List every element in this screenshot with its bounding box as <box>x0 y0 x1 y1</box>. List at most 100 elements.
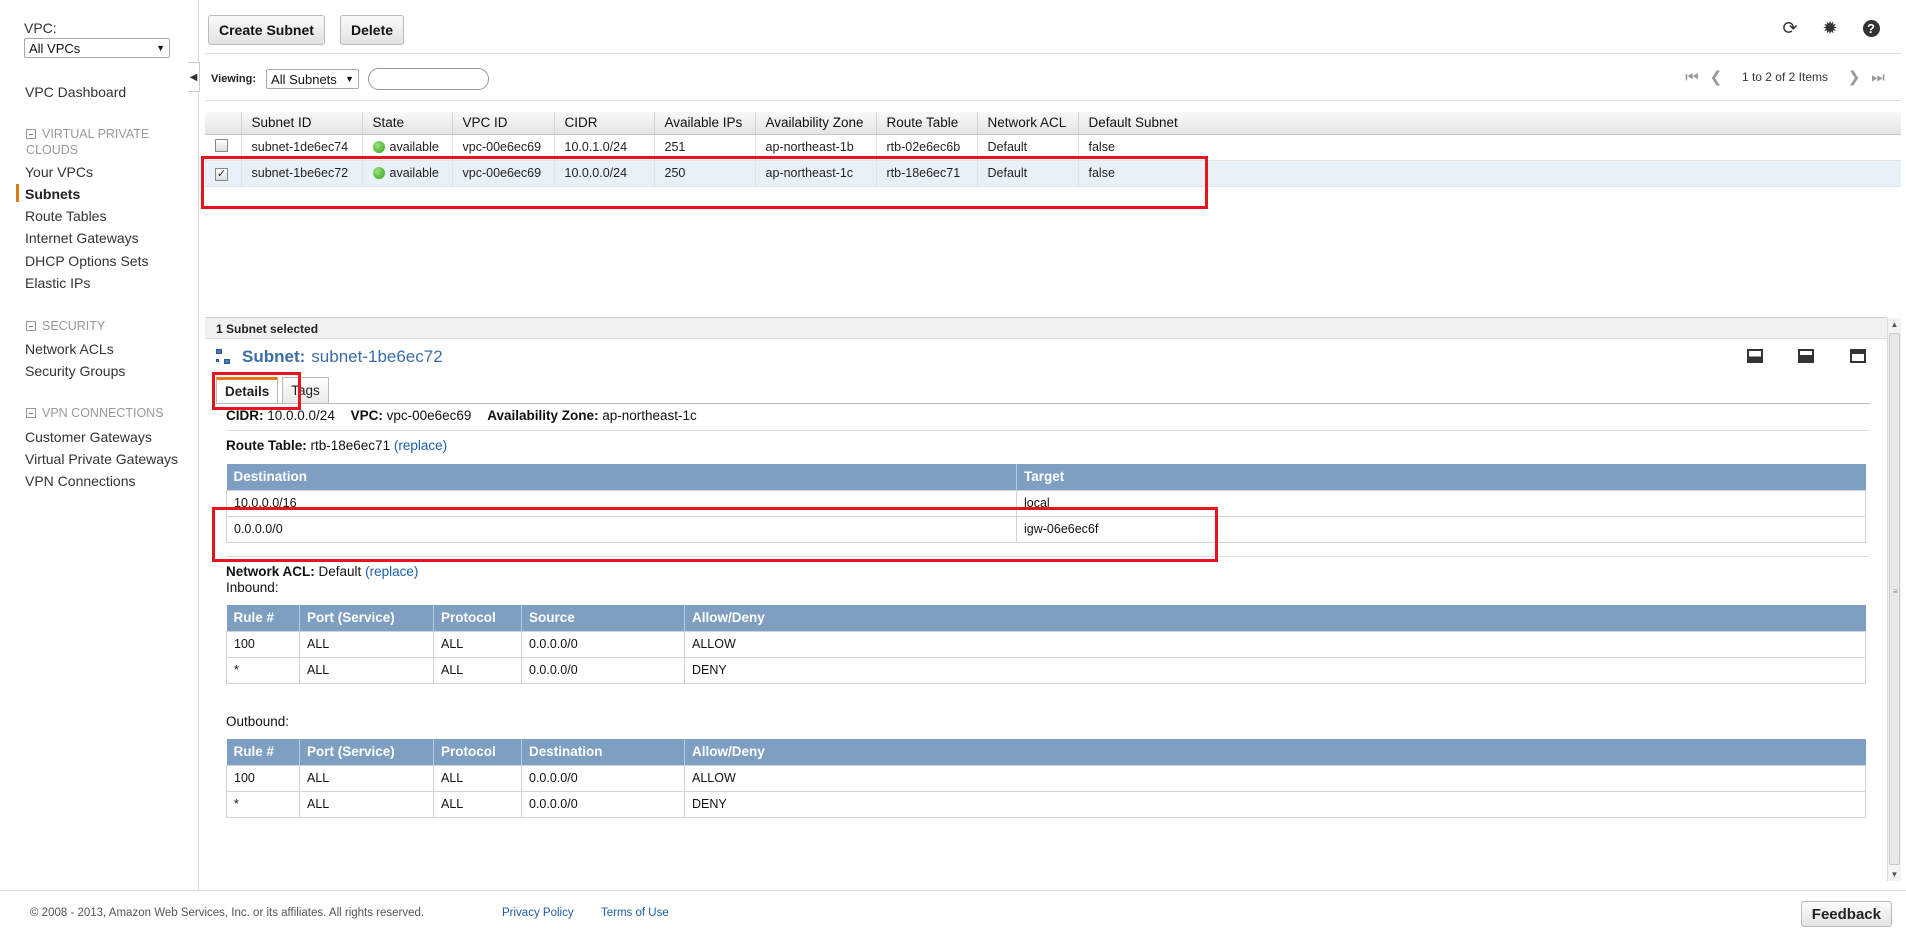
collapse-icon[interactable] <box>26 129 36 139</box>
sidebar-item-virtual-private-gateways[interactable]: Virtual Private Gateways <box>25 451 178 467</box>
rule-destination: 0.0.0.0/0 <box>521 790 685 818</box>
route-target: igw-06e6ec6f <box>1016 515 1866 543</box>
detail-scrollbar[interactable]: ▲ ≡ ▼ <box>1887 318 1901 881</box>
rule-number: 100 <box>226 630 300 658</box>
sidebar-item-your-vpcs[interactable]: Your VPCs <box>25 164 93 180</box>
route-table-line: Route Table: rtb-18e6ec71 (replace) <box>226 438 447 453</box>
selection-bar[interactable]: 1 Subnet selected <box>205 317 1887 339</box>
divider <box>205 100 1901 101</box>
cell-route-table: rtb-18e6ec71 <box>876 160 978 186</box>
layout-split-icon[interactable] <box>1798 349 1814 363</box>
route-target: local <box>1016 489 1866 517</box>
row-checkbox-cell[interactable]: ✓ <box>205 160 242 186</box>
replace-route-table-link[interactable]: (replace) <box>394 438 447 453</box>
pagination: ⏮ ❮ 1 to 2 of 2 Items ❯ ⏭ <box>1680 68 1890 87</box>
section-virtual-private-clouds[interactable]: VIRTUAL PRIVATE CLOUDS <box>26 126 176 158</box>
row-checkbox-checked[interactable]: ✓ <box>215 167 228 181</box>
sidebar-item-network-acls[interactable]: Network ACLs <box>25 341 114 357</box>
cell-default-subnet: false <box>1088 140 1115 154</box>
detail-tabs: Details Tags <box>216 377 333 403</box>
sidebar-collapse-handle[interactable]: ◀ <box>188 62 200 92</box>
vpc-select[interactable]: All VPCs ▼ <box>24 38 170 58</box>
sidebar: VPC: All VPCs ▼ VPC Dashboard VIRTUAL PR… <box>0 0 199 890</box>
divider <box>205 53 1901 54</box>
rule-port: ALL <box>299 764 434 792</box>
route-table-label: Route Table: <box>226 438 307 453</box>
last-page-icon[interactable]: ⏭ <box>1866 69 1890 86</box>
column-header[interactable]: Network ACL <box>977 112 1079 135</box>
outbound-rules-table: Rule # Port (Service) Protocol Destinati… <box>226 739 1866 818</box>
divider <box>226 430 1870 431</box>
vpc-value: vpc-00e6ec69 <box>386 408 472 423</box>
column-header[interactable]: Available IPs <box>654 112 756 135</box>
column-header: Protocol <box>433 605 522 631</box>
cell-state: available <box>362 134 453 160</box>
column-header[interactable]: Route Table <box>876 112 978 135</box>
sidebar-item-vpc-dashboard[interactable]: VPC Dashboard <box>25 84 126 100</box>
sidebar-item-elastic-ips[interactable]: Elastic IPs <box>25 275 90 291</box>
refresh-icon[interactable]: ⟳ <box>1779 17 1801 39</box>
sidebar-item-customer-gateways[interactable]: Customer Gateways <box>25 429 152 445</box>
collapse-icon[interactable] <box>26 408 36 418</box>
scroll-thumb[interactable]: ≡ <box>1889 333 1900 865</box>
next-page-icon[interactable]: ❯ <box>1842 68 1866 86</box>
section-vpn-connections[interactable]: VPN CONNECTIONS <box>26 405 164 421</box>
delete-button[interactable]: Delete <box>340 15 405 45</box>
scroll-up-icon[interactable]: ▲ <box>1888 318 1901 331</box>
sidebar-item-vpn-connections[interactable]: VPN Connections <box>25 473 136 489</box>
footer: © 2008 - 2013, Amazon Web Services, Inc.… <box>0 890 1906 931</box>
scroll-down-icon[interactable]: ▼ <box>1888 868 1901 881</box>
table-row[interactable]: ✓ subnet-1be6ec72 available vpc-00e6ec69… <box>205 160 1901 186</box>
row-checkbox[interactable] <box>215 139 228 152</box>
cidr-value: 10.0.0.0/24 <box>267 408 335 423</box>
cidr-label: CIDR: <box>226 408 264 423</box>
route-table-value: rtb-18e6ec71 <box>310 438 391 453</box>
tab-tags[interactable]: Tags <box>282 377 329 403</box>
layout-bottom-icon[interactable] <box>1747 349 1763 363</box>
vpc-select-value: All VPCs <box>29 40 81 56</box>
table-row: 10.0.0.0/16 local <box>226 489 1866 517</box>
viewing-label: Viewing: <box>211 73 257 85</box>
sidebar-item-subnets[interactable]: Subnets <box>25 186 80 202</box>
detail-title-keyword: Subnet: <box>242 347 306 366</box>
table-row[interactable]: subnet-1de6ec74 available vpc-00e6ec69 1… <box>205 134 1901 160</box>
sidebar-item-internet-gateways[interactable]: Internet Gateways <box>25 230 139 246</box>
layout-top-icon[interactable] <box>1850 349 1866 363</box>
privacy-policy-link[interactable]: Privacy Policy <box>502 907 574 919</box>
section-label: VIRTUAL PRIVATE CLOUDS <box>26 127 150 157</box>
state-text: available <box>389 140 439 154</box>
sidebar-item-route-tables[interactable]: Route Tables <box>25 208 106 224</box>
vpc-filter-label: VPC: <box>24 20 57 36</box>
subnet-summary: CIDR: 10.0.0.0/24 VPC: vpc-00e6ec69 Avai… <box>226 408 697 423</box>
sidebar-item-security-groups[interactable]: Security Groups <box>25 363 125 379</box>
cell-network-acl: Default <box>977 160 1079 186</box>
feedback-button[interactable]: Feedback <box>1800 901 1892 927</box>
viewing-select[interactable]: All Subnets ▼ <box>266 69 360 89</box>
column-header[interactable]: State <box>362 112 453 135</box>
section-security[interactable]: SECURITY <box>26 318 105 334</box>
copyright: © 2008 - 2013, Amazon Web Services, Inc.… <box>30 907 425 919</box>
tab-details[interactable]: Details <box>216 377 279 403</box>
collapse-icon[interactable] <box>26 321 36 331</box>
column-header[interactable]: CIDR <box>554 112 655 135</box>
replace-network-acl-link[interactable]: (replace) <box>365 564 418 579</box>
create-subnet-button[interactable]: Create Subnet <box>208 15 325 45</box>
help-icon[interactable]: ? <box>1860 17 1882 39</box>
row-checkbox-cell[interactable] <box>205 134 242 160</box>
gear-icon[interactable]: ✹ <box>1819 17 1841 39</box>
column-header[interactable]: Subnet ID <box>241 112 363 135</box>
sidebar-item-dhcp-options-sets[interactable]: DHCP Options Sets <box>25 253 148 269</box>
subnet-grid: Subnet ID State VPC ID CIDR Available IP… <box>205 112 1901 187</box>
table-row: 100 ALL ALL 0.0.0.0/0 ALLOW <box>226 630 1866 658</box>
inbound-header-row: Rule # Port (Service) Protocol Source Al… <box>226 605 1866 631</box>
column-header[interactable]: Availability Zone <box>755 112 877 135</box>
cell-subnet-id: subnet-1de6ec74 <box>241 134 363 160</box>
search-input[interactable] <box>368 68 490 90</box>
column-header[interactable]: Default Subnet <box>1078 112 1901 135</box>
rule-protocol: ALL <box>433 630 522 658</box>
prev-page-icon[interactable]: ❮ <box>1704 68 1728 86</box>
column-header[interactable]: VPC ID <box>452 112 555 135</box>
vpc-filter: VPC: All VPCs ▼ <box>24 20 170 58</box>
first-page-icon[interactable]: ⏮ <box>1680 69 1704 86</box>
terms-of-use-link[interactable]: Terms of Use <box>601 907 669 919</box>
